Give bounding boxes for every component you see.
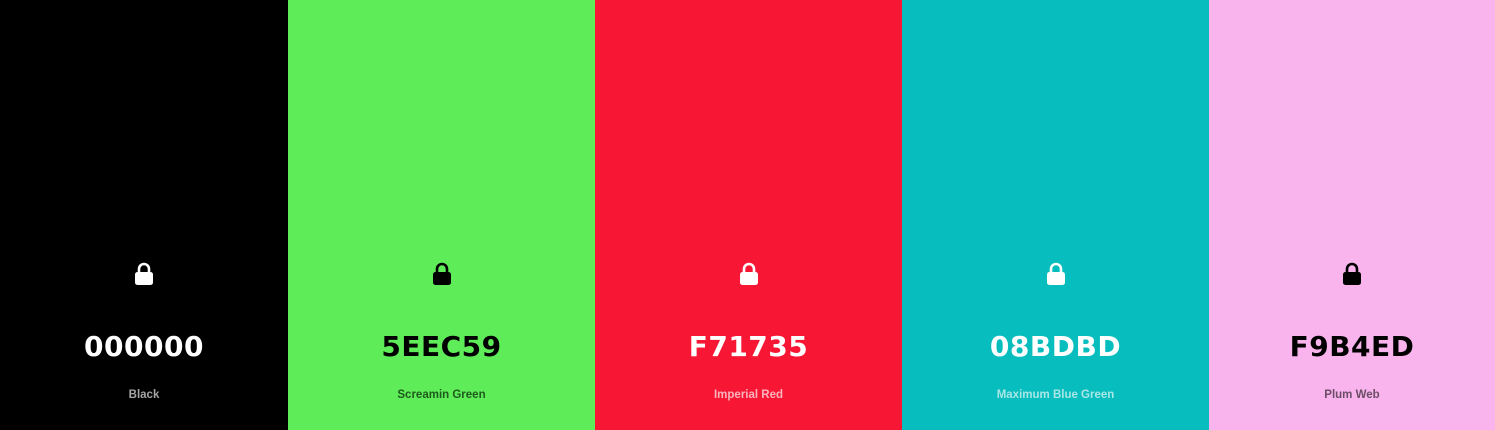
hex-code[interactable]: 08BDBD (902, 329, 1209, 365)
color-name[interactable]: Black (0, 387, 288, 403)
color-name[interactable]: Imperial Red (595, 387, 902, 403)
color-name[interactable]: Maximum Blue Green (902, 387, 1209, 403)
color-swatch-black[interactable]: 000000 Black (0, 0, 288, 430)
color-swatch-plum-web[interactable]: F9B4ED Plum Web (1209, 0, 1495, 430)
color-swatch-screamin-green[interactable]: 5EEC59 Screamin Green (288, 0, 595, 430)
hex-code[interactable]: F71735 (595, 329, 902, 365)
lock-icon[interactable] (431, 262, 453, 286)
hex-code[interactable]: 000000 (0, 329, 288, 365)
lock-icon[interactable] (1341, 262, 1363, 286)
color-swatch-imperial-red[interactable]: F71735 Imperial Red (595, 0, 902, 430)
hex-code[interactable]: F9B4ED (1209, 329, 1495, 365)
lock-icon[interactable] (1045, 262, 1067, 286)
color-name[interactable]: Screamin Green (288, 387, 595, 403)
color-swatch-maximum-blue-green[interactable]: 08BDBD Maximum Blue Green (902, 0, 1209, 430)
lock-icon[interactable] (738, 262, 760, 286)
color-name[interactable]: Plum Web (1209, 387, 1495, 403)
hex-code[interactable]: 5EEC59 (288, 329, 595, 365)
lock-icon[interactable] (133, 262, 155, 286)
color-palette: 000000 Black 5EEC59 Screamin Green F7173… (0, 0, 1495, 430)
